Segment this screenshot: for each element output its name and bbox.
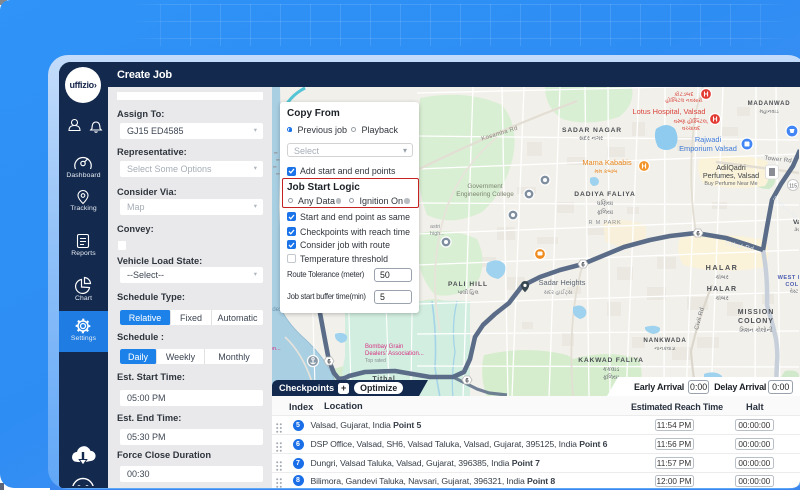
svg-text:કાંબર: કાંબર (715, 295, 728, 302)
svg-text:Buy Perfume Near Me: Buy Perfume Near Me (704, 181, 757, 187)
svg-text:COLONY: COLONY (738, 318, 774, 325)
svg-text:કોટડબદ: કોટડબદ (674, 90, 693, 98)
svg-text:મહાનવાડ: મહાનવાડ (759, 109, 778, 115)
svg-text:Engineering College: Engineering College (456, 191, 514, 198)
svg-text:Lotus Hospital, Valsad: Lotus Hospital, Valsad (633, 107, 706, 116)
svg-text:મમ કબાબ: મમ કબાબ (595, 169, 619, 175)
svg-text:H: H (641, 164, 646, 171)
svg-text:high...: high... (430, 231, 445, 237)
svg-text:MISSION: MISSION (738, 309, 775, 316)
svg-text:MADANWAD: MADANWAD (748, 101, 791, 107)
svg-text:Dealers' Association...: Dealers' Association... (365, 351, 424, 357)
svg-text:KAKWAD FALIYA: KAKWAD FALIYA (578, 357, 644, 364)
svg-text:WEST R: WEST R (778, 275, 799, 281)
svg-text:૩૯૫: ૩૯૫ (794, 227, 799, 233)
svg-text:ફળિયા: ફળિયા (597, 208, 614, 216)
svg-text:astri: astri (430, 224, 440, 230)
svg-text:હોસ્પિટલ નવસારી: હોસ્પિટલ નવસારી (665, 97, 703, 104)
svg-text:SADAR NAGAR: SADAR NAGAR (562, 127, 622, 134)
svg-text:HALAR: HALAR (706, 263, 739, 272)
svg-text:વચ્ચાવદ: વચ્ચાવદ (682, 126, 700, 132)
svg-text:HALAR: HALAR (707, 286, 738, 293)
svg-text:નાનકવાડા: નાનકવાડા (654, 346, 676, 352)
svg-text:વેસ્ટ: વેસ્ટ (790, 288, 799, 295)
svg-text:Sadar Heights: Sadar Heights (539, 278, 586, 287)
svg-text:Government: Government (467, 183, 502, 190)
svg-text:DADIYA FALIYA: DADIYA FALIYA (574, 191, 636, 198)
svg-text:કાંબર: કાંબર (715, 274, 728, 281)
svg-text:H: H (712, 117, 717, 124)
svg-text:Mama Kababis: Mama Kababis (582, 158, 632, 167)
svg-text:NANKWADA: NANKWADA (643, 337, 686, 344)
svg-text:115: 115 (789, 184, 797, 190)
svg-text:Perfumes, Valsad: Perfumes, Valsad (703, 171, 759, 180)
svg-text:પાલી હિલ: પાલી હિલ (457, 289, 478, 296)
svg-text:Bombay Grain: Bombay Grain (365, 344, 403, 350)
svg-text:R M PARK: R M PARK (588, 220, 621, 226)
svg-text:Rajwadi: Rajwadi (695, 135, 722, 144)
svg-text:વરુણ હોસ્પિટલ,: વરુણ હોસ્પિટલ, (674, 118, 709, 125)
svg-text:મિશન કોલોની: મિશન કોલોની (739, 326, 772, 334)
svg-text:Top rated: Top rated (365, 358, 386, 364)
svg-text:સદર હાઈટ્સ: સદર હાઈટ્સ (544, 289, 573, 296)
svg-text:કકવાડ: કકવાડ (603, 367, 619, 373)
svg-text:સદર નગર: સદર નગર (579, 136, 603, 142)
svg-text:ધણિયા: ધણિયા (597, 199, 614, 207)
svg-text:COL: COL (785, 282, 798, 288)
svg-text:Emporium Valsad: Emporium Valsad (679, 144, 737, 153)
svg-text:H: H (703, 92, 708, 99)
svg-text:PALI HILL: PALI HILL (448, 281, 488, 288)
